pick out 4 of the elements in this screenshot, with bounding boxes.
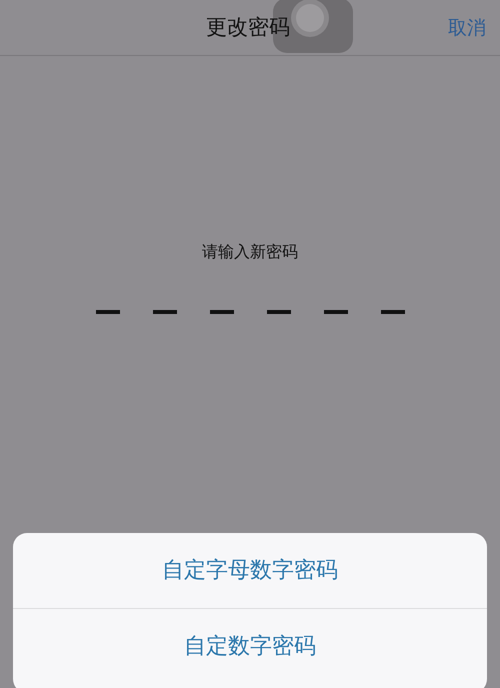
sheet-option[interactable]: 自定数字密码: [13, 608, 487, 683]
password-prompt: 请输入新密码: [202, 241, 298, 263]
sheet-option[interactable]: 自定字母数字密码: [13, 533, 487, 608]
screen-title: 更改密码: [206, 14, 290, 41]
